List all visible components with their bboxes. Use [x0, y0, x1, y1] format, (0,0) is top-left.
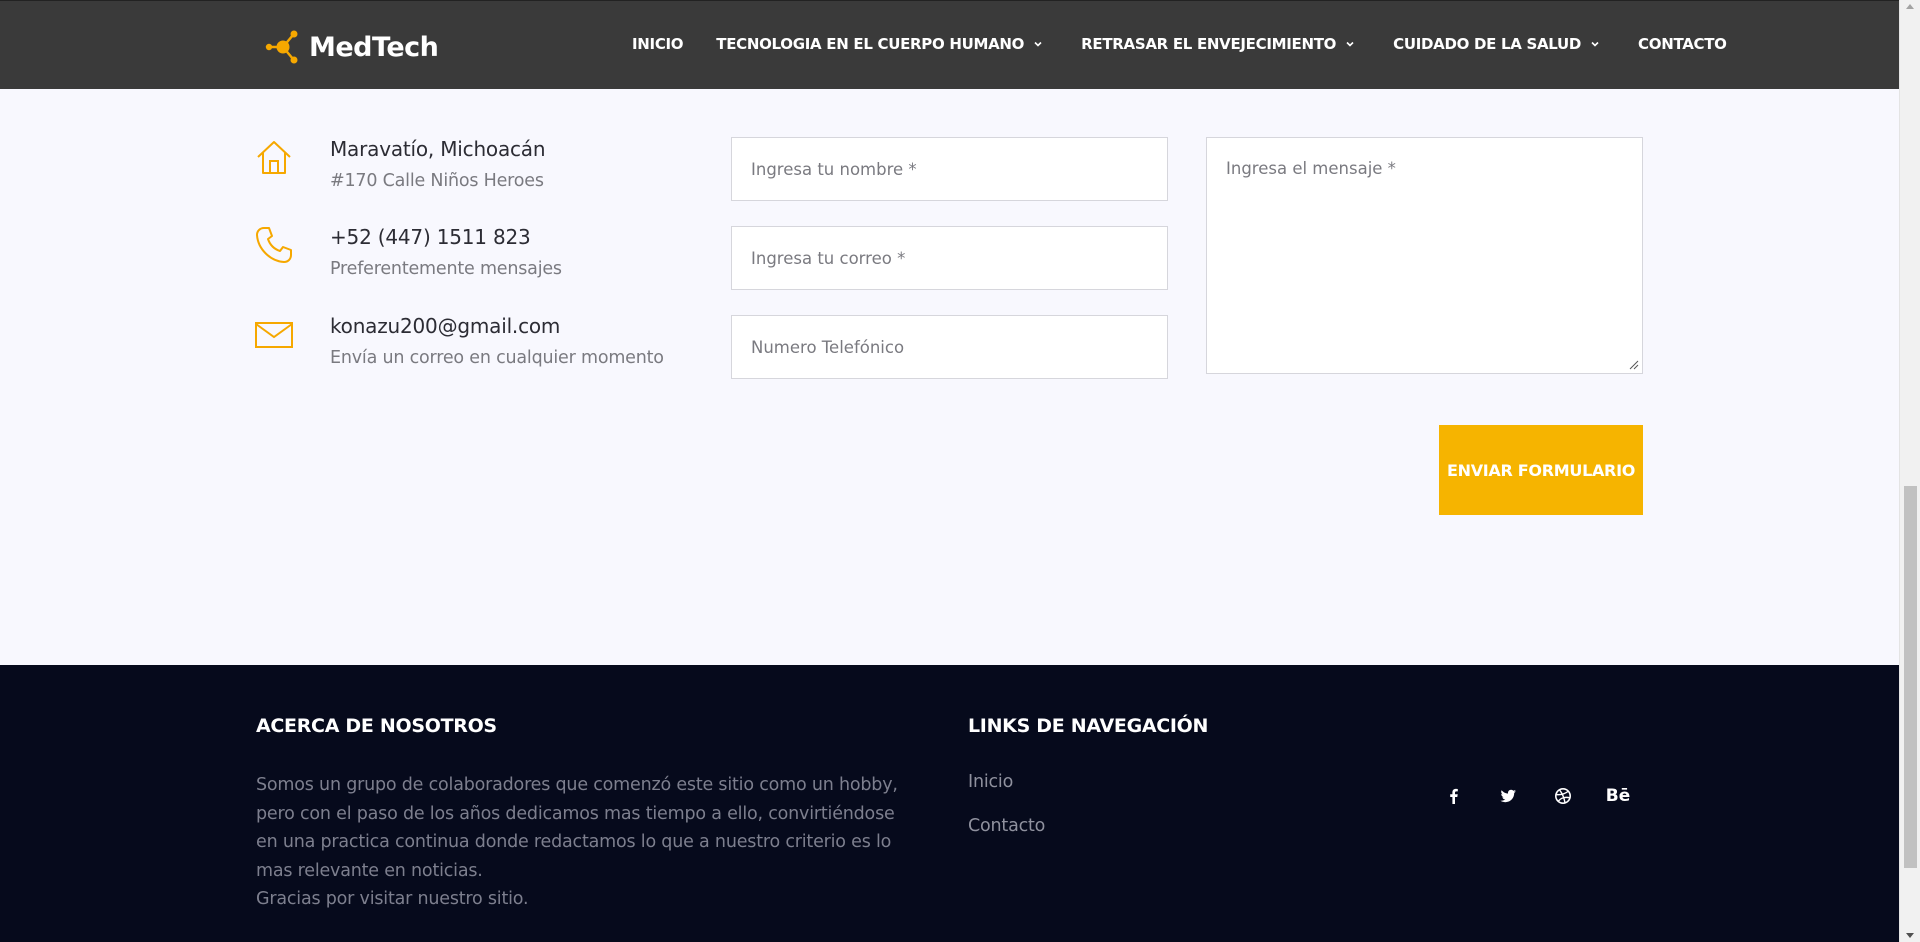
facebook-link[interactable] [1442, 784, 1466, 808]
behance-icon: Bē [1605, 786, 1631, 806]
about-heading: ACERCA DE NOSOTROS [256, 715, 497, 737]
dribbble-icon [1555, 788, 1571, 804]
phone-icon [256, 227, 292, 263]
contact-address: Maravatío, Michoacán #170 Calle Niños He… [254, 137, 546, 191]
nav-item-inicio[interactable]: INICIO [632, 35, 684, 53]
chevron-down-icon [1591, 41, 1599, 47]
nav-item-retrasar[interactable]: RETRASAR EL ENVEJECIMIENTO [1081, 35, 1355, 53]
page-scrollbar[interactable] [1899, 0, 1920, 942]
nav-item-label: CUIDADO DE LA SALUD [1393, 35, 1582, 53]
nav-item-label: TECNOLOGIA EN EL CUERPO HUMANO [716, 35, 1025, 53]
twitter-icon [1500, 789, 1516, 803]
contact-email: konazu200@gmail.com Envía un correo en c… [254, 314, 664, 368]
nav-item-contacto[interactable]: CONTACTO [1638, 35, 1727, 53]
chevron-down-icon [1034, 41, 1042, 47]
email-input[interactable] [731, 226, 1168, 290]
email-title: konazu200@gmail.com [330, 314, 561, 338]
chevron-down-icon [1346, 41, 1354, 47]
scroll-up-arrow-icon[interactable] [1906, 4, 1914, 9]
dribbble-link[interactable] [1551, 784, 1575, 808]
molecule-logo-icon [265, 30, 298, 64]
message-textarea[interactable] [1206, 137, 1643, 374]
behance-link[interactable]: Bē [1605, 784, 1631, 808]
nav-item-label: INICIO [632, 35, 684, 53]
phone-subtitle: Preferentemente mensajes [330, 259, 562, 279]
about-text-block: Somos un grupo de colaboradores que come… [256, 771, 921, 914]
scroll-thumb[interactable] [1904, 486, 1917, 868]
email-subtitle: Envía un correo en cualquier momento [330, 348, 664, 368]
nav-item-label: CONTACTO [1638, 35, 1727, 53]
submit-button[interactable]: ENVIAR FORMULARIO [1439, 425, 1643, 515]
footer-link-contacto[interactable]: Contacto [968, 816, 1045, 836]
nav-item-label: RETRASAR EL ENVEJECIMIENTO [1081, 35, 1337, 53]
nav-item-cuidado[interactable]: CUIDADO DE LA SALUD [1393, 35, 1600, 53]
contact-phone: +52 (447) 1511 823 Preferentemente mensa… [254, 225, 562, 279]
phone-input[interactable] [731, 315, 1168, 379]
site-logo[interactable]: MedTech [263, 27, 439, 67]
links-heading: LINKS DE NAVEGACIÓN [968, 715, 1209, 737]
twitter-link[interactable] [1496, 784, 1520, 808]
site-header: MedTech INICIO TECNOLOGIA EN EL CUERPO H… [0, 0, 1899, 89]
site-footer: ACERCA DE NOSOTROS Somos un grupo de col… [0, 665, 1899, 942]
main-nav: INICIO TECNOLOGIA EN EL CUERPO HUMANO RE… [632, 35, 1727, 53]
resize-grip-icon[interactable] [1628, 359, 1639, 370]
logo-text: MedTech [309, 31, 439, 63]
footer-link-inicio[interactable]: Inicio [968, 772, 1013, 792]
address-title: Maravatío, Michoacán [330, 137, 546, 161]
about-text: Somos un grupo de colaboradores que come… [256, 775, 898, 881]
home-icon [257, 141, 291, 174]
address-subtitle: #170 Calle Niños Heroes [330, 171, 544, 191]
phone-title: +52 (447) 1511 823 [330, 225, 531, 249]
mail-icon [255, 322, 293, 348]
name-input[interactable] [731, 137, 1168, 201]
about-thanks: Gracias por visitar nuestro sitio. [256, 889, 529, 909]
nav-item-tecnologia[interactable]: TECNOLOGIA EN EL CUERPO HUMANO [716, 35, 1043, 53]
scroll-down-arrow-icon[interactable] [1906, 933, 1914, 938]
facebook-icon [1450, 788, 1458, 804]
